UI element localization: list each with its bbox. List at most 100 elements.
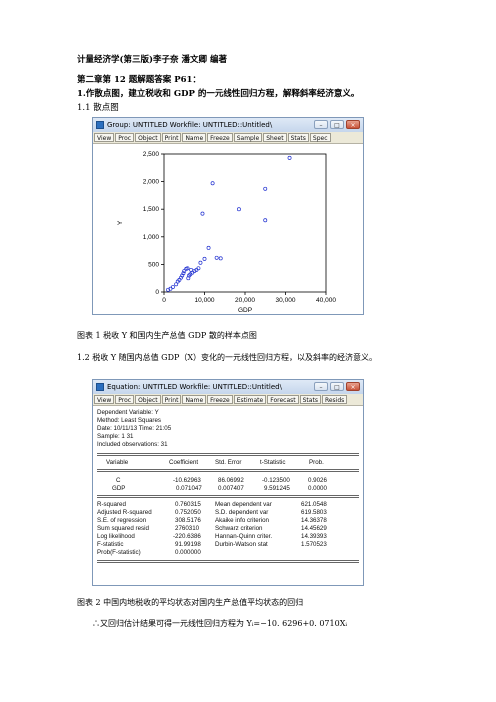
coef-cell: 0.0000	[308, 485, 327, 492]
stat-label: S.E. of regression	[97, 517, 147, 524]
stat-value: 14.36378	[301, 517, 327, 524]
freeze-button[interactable]: Freeze	[207, 395, 233, 404]
problem-reference: 第二章第 12 题解题答案 P61：	[77, 75, 201, 85]
coef-cell: 0.007407	[218, 485, 244, 492]
x-axis-label: GDP	[238, 307, 252, 313]
print-button[interactable]: Print	[161, 133, 182, 142]
minimize-button[interactable]: –	[314, 120, 328, 129]
coef-cell: 9.591245	[264, 485, 290, 492]
x-tick-label: 20,000	[235, 297, 255, 304]
scatter-point	[200, 211, 205, 216]
stat-value: 2760310	[175, 525, 200, 532]
document-title: 计量经济学(第三版)李子奈 潘文卿 编著	[77, 55, 227, 65]
equation-window: Equation: UNTITLED Workfile: UNTITLED::U…	[92, 379, 364, 586]
resids-button[interactable]: Resids	[321, 395, 348, 404]
scatter-point	[287, 155, 292, 160]
coef-cell: -10.62963	[173, 477, 201, 484]
stat-value: 14.39393	[301, 533, 327, 540]
stat-label: S.D. dependent var	[215, 509, 269, 516]
question-statement: 1.作散点图，建立税收和 GDP 的一元线性回归方程，解释斜率经济意义。	[77, 89, 360, 99]
stat-value: 619.5803	[301, 509, 327, 516]
info-line: Method: Least Squares	[97, 417, 161, 424]
table-rule	[97, 560, 359, 561]
scatter-point	[236, 207, 241, 212]
info-line: Date: 10/11/13 Time: 21:05	[97, 425, 172, 432]
regression-conclusion: ∴又回归估计结果可得一元线性回归方程为 Yᵢ=−10. 6296+0. 0710…	[92, 619, 348, 628]
equation-toolbar: View Proc Object Print Name Freeze Estim…	[93, 394, 363, 406]
stat-value: 1.570523	[301, 541, 327, 548]
scatter-point	[214, 255, 219, 260]
scatter-window: Group: UNTITLED Workfile: UNTITLED::Unti…	[92, 117, 364, 315]
maximize-button[interactable]: □	[330, 382, 344, 391]
stat-label: Prob(F-statistic)	[97, 549, 141, 556]
freeze-button[interactable]: Freeze	[207, 133, 233, 142]
info-line: Included observations: 31	[97, 441, 168, 448]
scatter-point	[210, 181, 215, 186]
stat-label: Durbin-Watson stat	[215, 541, 268, 548]
object-button[interactable]: Object	[135, 133, 161, 142]
spec-button[interactable]: Spec	[309, 133, 331, 142]
stat-value: 0.752050	[175, 509, 201, 516]
table-rule	[97, 469, 359, 470]
stat-label: Mean dependent var	[215, 501, 272, 508]
scatter-point	[218, 256, 223, 261]
proc-button[interactable]: Proc	[115, 133, 135, 142]
table-rule	[97, 497, 359, 498]
stat-label: Schwarz criterion	[215, 525, 263, 532]
sample-button[interactable]: Sample	[233, 133, 263, 142]
stat-label: Akaike info criterion	[215, 517, 269, 524]
scatter-point	[263, 186, 268, 191]
stats-button[interactable]: Stats	[287, 133, 309, 142]
stat-value: 0.000000	[175, 549, 201, 556]
estimate-button[interactable]: Estimate	[233, 395, 267, 404]
stat-label: F-statistic	[97, 541, 124, 548]
scatter-point	[198, 260, 203, 265]
stat-value: 91.99198	[175, 541, 201, 548]
table-rule	[97, 453, 359, 454]
view-button[interactable]: View	[94, 395, 115, 404]
stat-label: Log likelihood	[97, 533, 135, 540]
scatter-plot-pane: 0 500 1,000 1,500 2,000 2,500 0 10,000 20,000 30,…	[94, 144, 362, 314]
name-button[interactable]: Name	[182, 395, 207, 404]
eviews-app-icon	[96, 383, 104, 391]
coef-header-cell: Coefficient	[169, 459, 199, 466]
section-heading-regression: 1.2 税收 Y 随国内总值 GDP（X）变化的一元线性回归方程，以及斜率的经济…	[77, 353, 378, 362]
y-tick-label: 2,500	[143, 151, 160, 158]
coef-header-cell: Variable	[106, 459, 129, 466]
object-button[interactable]: Object	[135, 395, 161, 404]
coef-cell: GDP	[112, 485, 126, 492]
scatter-window-titlebar: Group: UNTITLED Workfile: UNTITLED::Unti…	[93, 118, 363, 133]
stat-label: Sum squared resid	[97, 525, 149, 532]
figure-caption-2: 图表 2 中国内地税收的平均状态对国内生产总值平均状态的回归	[77, 598, 304, 607]
minimize-button[interactable]: –	[314, 382, 328, 391]
stat-value: 621.0548	[301, 501, 327, 508]
name-button[interactable]: Name	[182, 133, 207, 142]
scatter-plot: 0 500 1,000 1,500 2,000 2,500 0 10,000 20,000 30,…	[117, 151, 336, 314]
coef-header-cell: t-Statistic	[260, 459, 286, 466]
stat-label: Hannan-Quinn criter.	[215, 533, 273, 540]
x-tick-label: 0	[162, 297, 166, 304]
close-button[interactable]: ×	[346, 120, 360, 129]
stats-button[interactable]: Stats	[299, 395, 321, 404]
view-button[interactable]: View	[94, 133, 115, 142]
info-line: Dependent Variable: Y	[97, 409, 159, 416]
table-rule	[97, 471, 359, 472]
regression-output: Dependent Variable: Y Method: Least Squa…	[94, 406, 362, 584]
coef-header-cell: Std. Error	[215, 459, 242, 466]
print-button[interactable]: Print	[161, 395, 182, 404]
stat-label: Adjusted R-squared	[97, 509, 152, 516]
close-button[interactable]: ×	[346, 382, 360, 391]
stat-value: 0.760315	[175, 501, 201, 508]
sheet-button[interactable]: Sheet	[263, 133, 287, 142]
coef-cell: -0.123500	[262, 477, 290, 484]
forecast-button[interactable]: Forecast	[267, 395, 299, 404]
y-tick-label: 0	[155, 289, 159, 296]
y-tick-label: 500	[148, 261, 159, 268]
scatter-point	[263, 218, 268, 223]
scatter-point	[206, 245, 211, 250]
maximize-button[interactable]: □	[330, 120, 344, 129]
proc-button[interactable]: Proc	[115, 395, 135, 404]
stat-value: 308.5176	[175, 517, 201, 524]
coef-cell: C	[116, 477, 121, 484]
table-rule	[97, 455, 359, 456]
